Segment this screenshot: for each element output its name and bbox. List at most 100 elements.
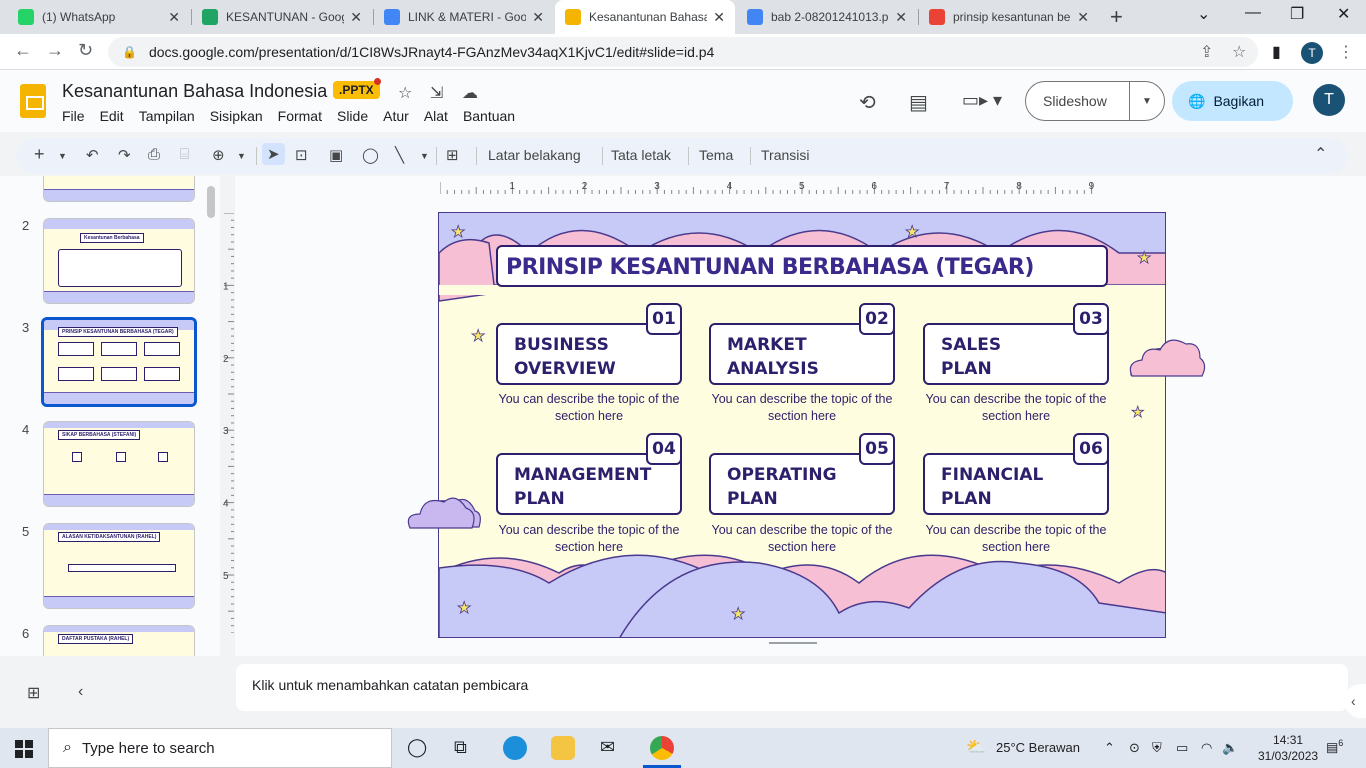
menu-edit[interactable]: Edit [100, 108, 124, 124]
menu-dots-icon[interactable]: ⋮ [1338, 42, 1354, 62]
close-tab-icon[interactable]: ✕ [895, 9, 907, 26]
card-4[interactable]: 04 MANAGEMENT PLAN [496, 433, 682, 515]
close-tab-icon[interactable]: ✕ [713, 9, 725, 26]
browser-tab-pdf[interactable]: bab 2-08201241013.p ✕ [737, 0, 917, 34]
layout-button[interactable]: Tata letak [611, 147, 671, 163]
side-panel-icon[interactable]: ▮ [1272, 42, 1281, 62]
grid-view-icon[interactable]: ⊞ [27, 683, 40, 703]
select-cursor-icon[interactable]: ➤ [262, 143, 285, 165]
browser-tab-google[interactable]: prinsip kesantunan be ✕ [919, 0, 1099, 34]
menu-file[interactable]: File [62, 108, 85, 124]
tab-search-chevron-icon[interactable]: ⌄ [1197, 4, 1210, 24]
horizontal-ruler[interactable]: 1 2 3 4 5 6 7 8 9 [440, 180, 1166, 194]
zoom-icon[interactable]: ⊕ [212, 146, 225, 164]
menu-help[interactable]: Bantuan [463, 108, 515, 124]
weather-icon[interactable]: ⛅ [966, 737, 986, 757]
browser-profile-avatar[interactable]: T [1301, 42, 1323, 64]
menu-arrange[interactable]: Atur [383, 108, 409, 124]
line-icon[interactable]: ╲ [395, 146, 404, 164]
lock-icon[interactable]: 🔒 [122, 45, 137, 59]
edge-icon[interactable] [503, 736, 527, 760]
meet-video-icon[interactable]: ▭▸ ▾ [962, 90, 1002, 111]
filmstrip-scrollbar[interactable] [207, 186, 215, 218]
slide-thumbnail-5[interactable]: ALASAN KETIDAKSANTUNAN (RAHEL) [43, 523, 195, 609]
image-icon[interactable]: ▣ [329, 146, 343, 164]
menu-slide[interactable]: Slide [337, 108, 368, 124]
wifi-icon[interactable]: ◠ [1201, 740, 1212, 756]
side-panel-toggle-icon[interactable]: ‹ [1344, 684, 1366, 718]
slide-thumbnail-4[interactable]: SIKAP BERBAHASA (STEFANI) [43, 421, 195, 507]
star-icon[interactable]: ☆ [398, 83, 412, 103]
comments-icon[interactable]: ▤ [909, 90, 928, 115]
minimize-icon[interactable]: — [1245, 4, 1261, 22]
close-tab-icon[interactable]: ✕ [1077, 9, 1089, 26]
undo-icon[interactable]: ↶ [86, 146, 99, 164]
close-tab-icon[interactable]: ✕ [532, 9, 544, 26]
add-comment-icon[interactable]: ⊞ [446, 146, 459, 164]
close-tab-icon[interactable]: ✕ [350, 9, 362, 26]
back-icon[interactable]: ← [14, 40, 32, 61]
slide-thumbnail-2[interactable]: Kesantunan Berbahasa [43, 218, 195, 304]
reload-icon[interactable]: ↻ [78, 40, 93, 61]
weather-text[interactable]: 25°C Berawan [996, 740, 1080, 755]
notifications-icon[interactable]: ▤6 [1326, 738, 1343, 755]
slideshow-button[interactable]: Slideshow ▼ [1025, 81, 1165, 121]
user-avatar[interactable]: T [1313, 84, 1345, 116]
new-slide-icon[interactable]: + [34, 144, 45, 165]
card-1[interactable]: 01 BUSINESS OVERVIEW [496, 303, 682, 385]
cloud-status-icon[interactable]: ☁ [462, 83, 478, 103]
volume-icon[interactable]: 🔈 [1222, 740, 1238, 756]
browser-tab-drive[interactable]: KESANTUNAN - Goog ✕ [192, 0, 372, 34]
transition-button[interactable]: Transisi [761, 147, 810, 163]
close-window-icon[interactable]: ✕ [1337, 4, 1350, 24]
tray-chevron-icon[interactable]: ⌃ [1104, 740, 1115, 756]
battery-icon[interactable]: ▭ [1176, 740, 1188, 756]
card-2[interactable]: 02 MARKET ANALYSIS [709, 303, 895, 385]
notes-resize-handle[interactable] [769, 642, 817, 644]
bookmark-star-icon[interactable]: ☆ [1232, 42, 1246, 62]
task-view-icon[interactable]: ⧉ [454, 737, 467, 758]
menu-view[interactable]: Tampilan [139, 108, 195, 124]
share-page-icon[interactable]: ⇪ [1200, 42, 1213, 62]
menu-format[interactable]: Format [278, 108, 322, 124]
vertical-ruler[interactable]: 1 2 3 4 5 [222, 213, 234, 633]
move-folder-icon[interactable]: ⇲ [430, 83, 443, 103]
slideshow-dropdown-icon[interactable]: ▼ [1130, 96, 1164, 107]
forward-icon[interactable]: → [46, 40, 64, 61]
slide-thumbnail-3-active[interactable]: PRINSIP KESANTUNAN BERBAHASA (TEGAR) [41, 317, 197, 407]
windows-start-icon[interactable] [15, 740, 33, 758]
document-title[interactable]: Kesanantunan Bahasa Indonesia [62, 81, 327, 102]
text-box-icon[interactable]: ⊡ [295, 146, 308, 164]
browser-tab-whatsapp[interactable]: (1) WhatsApp ✕ [8, 0, 190, 34]
collapse-filmstrip-icon[interactable]: ‹ [78, 683, 83, 701]
redo-icon[interactable]: ↷ [118, 146, 131, 164]
card-3[interactable]: 03 SALES PLAN [923, 303, 1109, 385]
paint-format-icon[interactable]: ⌸ [180, 146, 189, 163]
security-icon[interactable]: ⛨ [1152, 740, 1162, 756]
close-tab-icon[interactable]: ✕ [168, 9, 180, 26]
collapse-toolbar-icon[interactable]: ⌃ [1314, 144, 1327, 164]
taskbar-search[interactable]: ⌕ Type here to search [48, 728, 392, 768]
line-dropdown-icon[interactable]: ▼ [420, 151, 429, 161]
slides-logo-icon[interactable] [20, 84, 46, 118]
share-button[interactable]: 🌐 Bagikan [1172, 81, 1293, 121]
tray-app-icon[interactable]: ⊙ [1129, 740, 1140, 756]
mail-icon[interactable]: ✉ [600, 737, 615, 758]
taskbar-clock[interactable]: 14:31 31/03/2023 [1258, 732, 1318, 764]
theme-button[interactable]: Tema [699, 147, 733, 163]
zoom-dropdown-icon[interactable]: ▼ [237, 151, 246, 161]
slide-thumbnail-6[interactable]: DAFTAR PUSTAKA (RAHEL) [43, 625, 195, 656]
version-history-icon[interactable]: ⟲ [859, 90, 876, 115]
print-icon[interactable]: ⎙ [148, 146, 160, 163]
new-tab-icon[interactable]: + [1110, 4, 1123, 30]
shape-icon[interactable]: ◯ [362, 146, 379, 164]
background-button[interactable]: Latar belakang [488, 147, 581, 163]
menu-insert[interactable]: Sisipkan [210, 108, 263, 124]
slide-title-box[interactable]: PRINSIP KESANTUNAN BERBAHASA (TEGAR) [496, 245, 1108, 287]
speaker-notes[interactable]: Klik untuk menambahkan catatan pembicara [236, 664, 1348, 711]
restore-icon[interactable]: ❐ [1290, 4, 1304, 24]
chrome-icon[interactable] [650, 736, 674, 760]
file-explorer-icon[interactable] [551, 736, 575, 760]
address-bar[interactable]: 🔒 docs.google.com/presentation/d/1CI8WsJ… [108, 37, 1258, 67]
menu-tools[interactable]: Alat [424, 108, 448, 124]
